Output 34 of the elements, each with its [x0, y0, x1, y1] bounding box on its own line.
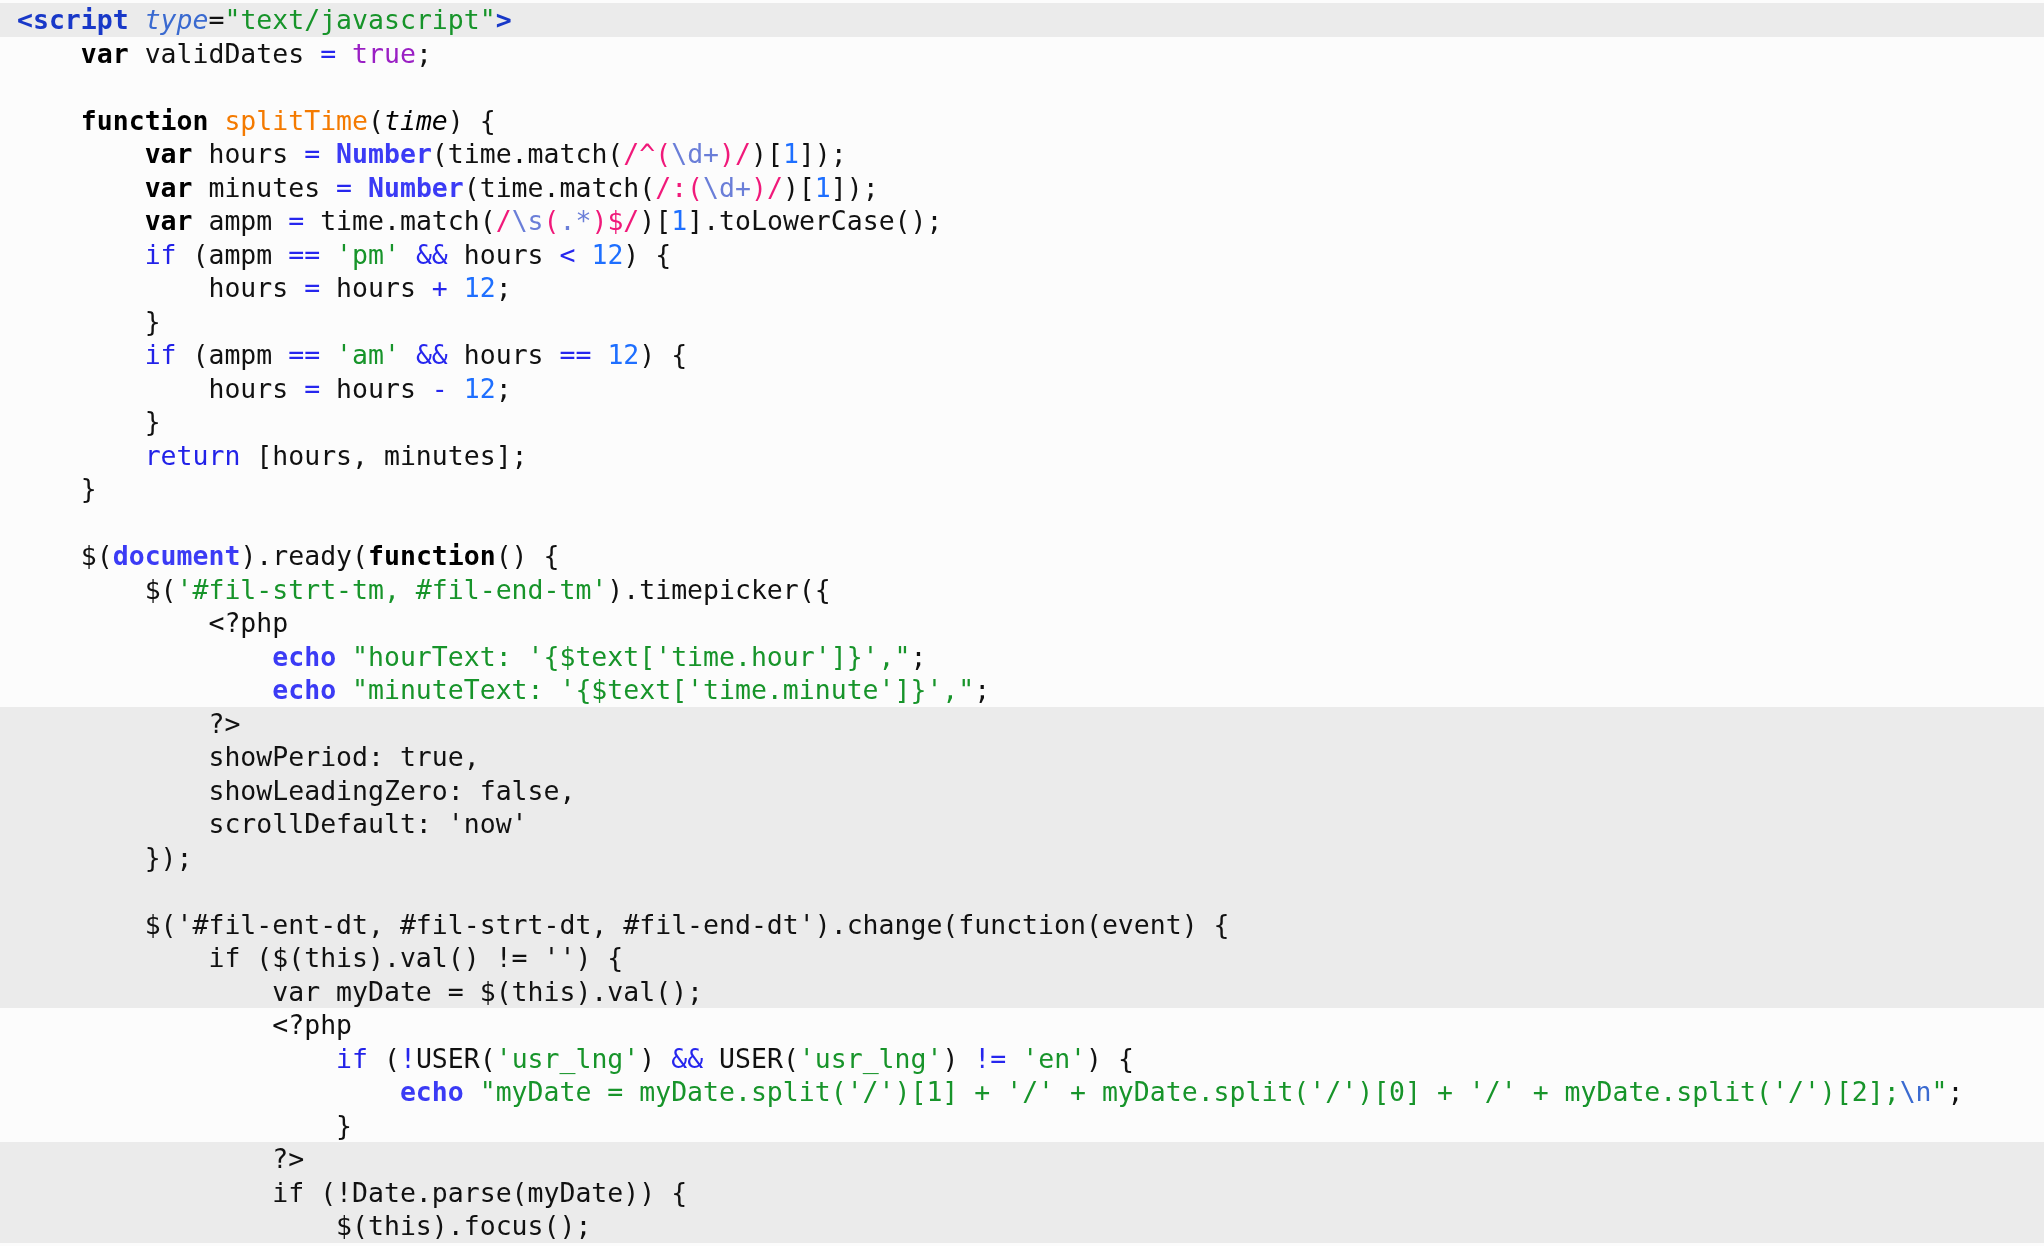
code-line: echo "hourText: '{$text['time.hour']}',";: [271, 639, 928, 673]
code-line: hours = hours + 12;: [207, 271, 513, 305]
code-line: showPeriod: true,: [207, 740, 481, 774]
code-line: echo "myDate = myDate.split('/')[1] + '/' + myDate.split('/')[0] + '/' + myDate.split('/')[2];\n";: [398, 1075, 1965, 1109]
code-line: ?>: [271, 1142, 306, 1176]
code-line: var myDate = $(this).val();: [271, 974, 705, 1008]
code-line: if (ampm == 'pm' && hours < 12) {: [143, 237, 673, 271]
code-line: var hours = Number(time.match(/^(\d+)/)[1]);: [143, 137, 848, 171]
code-line: echo "minuteText: '{$text['time.minute']}',";: [271, 673, 992, 707]
code-line: return [hours, minutes];: [143, 438, 529, 472]
code-line: var ampm = time.match(/\s(.*)$/)[1].toLowerCase();: [143, 204, 944, 238]
code-line: var validDates = true;: [79, 36, 433, 71]
code-line: }: [143, 304, 162, 338]
code-line: showLeadingZero: false,: [207, 773, 577, 807]
code-line: function splitTime(time) {: [79, 103, 497, 137]
code-line: $('#fil-strt-tm, #fil-end-tm').timepicker({: [143, 572, 832, 606]
code-line: if (ampm == 'am' && hours == 12) {: [143, 338, 689, 372]
code-line: scrollDefault: 'now': [207, 807, 529, 841]
code-line: $('#fil-ent-dt, #fil-strt-dt, #fil-end-dt').change(function(event) {: [143, 907, 1231, 941]
code-line: if (!Date.parse(myDate)) {: [271, 1175, 689, 1209]
code-line: <?php: [271, 1008, 354, 1042]
code-line: <?php: [207, 606, 290, 640]
code-line: if ($(this).val() != '') {: [207, 941, 625, 975]
code-line: }: [79, 472, 98, 506]
code-line: $(this).focus();: [335, 1209, 593, 1243]
code-line: }: [335, 1108, 354, 1142]
code-line: if (!USER('usr_lng') && USER('usr_lng') != 'en') {: [335, 1041, 1135, 1075]
code-line: });: [143, 840, 194, 875]
code-line: }: [143, 405, 162, 439]
code-line: hours = hours - 12;: [207, 371, 513, 405]
code-line: <script type="text/javascript">: [16, 3, 513, 37]
code-line: ?>: [207, 706, 242, 740]
code-line: var minutes = Number(time.match(/:(\d+)/)[1]);: [143, 170, 880, 204]
code-line: $(document).ready(function() {: [79, 539, 561, 573]
